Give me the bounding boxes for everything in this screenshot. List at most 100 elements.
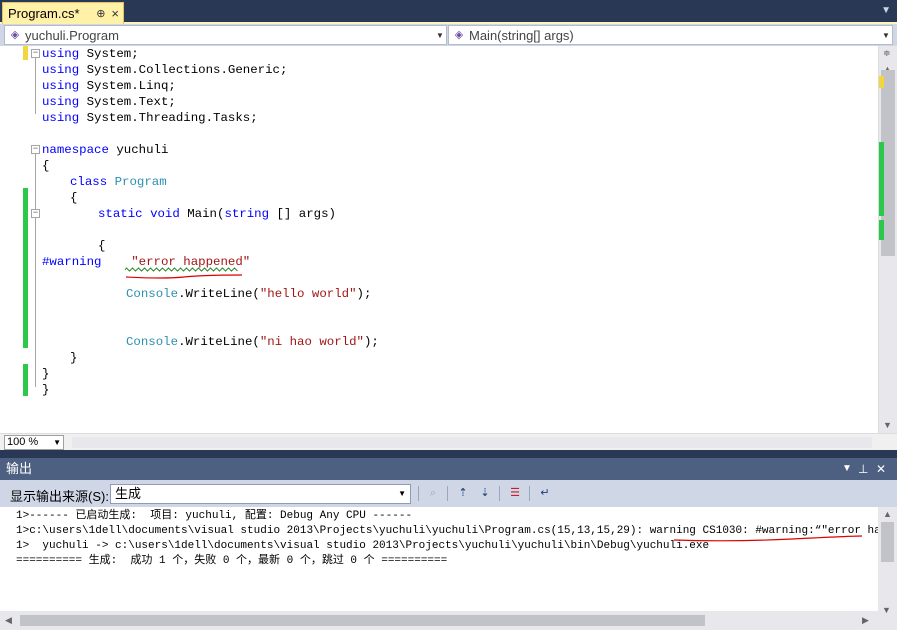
toggle-word-wrap-icon[interactable]: ↵ [537,485,553,501]
find-message-icon[interactable]: ⌕ [425,485,441,501]
scroll-down-icon[interactable]: ▼ [882,605,891,615]
keyword-token: void [150,207,180,221]
code-line[interactable]: Console.WriteLine("hello world"); [126,286,371,302]
class-combo-value: yuchuli.Program [25,27,119,43]
keyword-token: #warning [42,255,102,269]
zoom-combo[interactable]: 100 % ▼ [4,435,64,450]
output-horizontal-scrollbar[interactable]: ◀ ▶ ▼ [0,605,897,630]
keyword-token: using [42,63,80,77]
tab-title: Program.cs* [8,6,80,21]
code-line[interactable]: { [98,238,105,254]
zoom-value: 100 % [7,436,39,448]
keyword-token: class [70,175,108,189]
previous-message-icon[interactable]: ⇡ [455,485,471,501]
keyword-token: using [42,111,80,125]
pane-menu-icon[interactable]: ▼ [842,458,852,480]
code-line[interactable]: class Program [70,174,167,190]
output-title: 输出 [6,461,33,476]
pin-icon[interactable]: ⊥ [858,458,868,480]
output-pane: 输出 ▼ ⊥ ✕ 显示输出来源(S): 生成 ▼ ⌕ ⇡ ⇣ ☰ ↵ 1>---… [0,458,897,630]
code-line[interactable]: static void Main(string [] args) [98,206,336,222]
output-line[interactable]: 1>------ 已启动生成: 项目: yuchuli, 配置: Debug A… [16,509,412,524]
scroll-left-icon[interactable]: ◀ [5,615,12,626]
scroll-change-marker [879,220,884,240]
code-line[interactable]: } [70,350,77,366]
editor-vertical-scrollbar[interactable]: ≑ ▲ ▼ [878,46,897,433]
scroll-thumb[interactable] [881,522,894,562]
keyword-token: using [42,47,80,61]
scroll-change-marker [879,142,884,216]
zoom-bar: 100 % ▼ [0,433,897,450]
code-line[interactable]: { [42,158,49,174]
output-source-select[interactable]: 生成 ▼ [110,484,411,504]
code-token: Main( [187,207,225,221]
code-token: .WriteLine( [178,335,260,349]
collapse-namespace-icon[interactable]: − [31,145,40,154]
code-line[interactable]: using System.Collections.Generic; [42,62,287,78]
code-line[interactable]: namespace yuchuli [42,142,168,158]
code-token: System.Collections.Generic; [86,63,288,77]
close-icon[interactable]: ✕ [876,458,886,480]
type-token: Program [114,175,167,189]
collapse-usings-icon[interactable]: − [31,49,40,58]
scroll-right-icon[interactable]: ▶ [862,615,869,626]
code-editor[interactable]: using System; using System.Collections.Ge… [0,46,897,433]
type-token: Console [126,287,179,301]
scroll-thumb[interactable] [20,615,705,626]
code-token: ); [356,287,372,301]
code-token: System.Linq; [86,79,176,93]
output-vertical-scrollbar[interactable]: ▲ [878,507,897,611]
split-icon[interactable]: ≑ [883,48,891,59]
output-text[interactable]: 1>------ 已启动生成: 项目: yuchuli, 配置: Debug A… [0,507,878,611]
code-token: .WriteLine( [178,287,260,301]
navigation-bar: ◈ yuchuli.Program ▼ ◈ Main(string[] args… [0,24,897,46]
code-token: ); [363,335,379,349]
type-token: Console [126,335,179,349]
code-token: System.Threading.Tasks; [86,111,258,125]
class-icon: ◈ [10,29,20,41]
chevron-down-icon[interactable]: ▼ [880,31,892,40]
editor-horizontal-scrollbar[interactable] [72,437,872,448]
code-line[interactable]: { [70,190,77,206]
code-token: { [98,239,106,253]
code-token: } [42,383,50,397]
tab-program-cs[interactable]: Program.cs* ⊕ × [2,2,124,24]
clear-all-icon[interactable]: ☰ [507,485,523,501]
code-token: { [70,191,78,205]
keyword-token: namespace [42,143,109,157]
output-title-bar: 输出 ▼ ⊥ ✕ [0,458,897,480]
string-token: "hello world" [259,287,357,301]
close-tab-icon[interactable]: × [111,6,119,21]
code-line[interactable]: using System.Text; [42,94,176,110]
highlight-underline [673,535,863,542]
scroll-down-icon[interactable]: ▼ [883,420,892,430]
document-tab-bar: Program.cs* ⊕ × ▼ [0,0,897,24]
next-message-icon[interactable]: ⇣ [477,485,493,501]
member-combo[interactable]: ◈ Main(string[] args) ▼ [448,25,893,45]
chevron-down-icon[interactable]: ▼ [53,436,61,449]
pin-icon[interactable]: ⊕ [96,7,105,20]
code-line[interactable]: } [42,382,49,398]
output-toolbar: 显示输出来源(S): 生成 ▼ ⌕ ⇡ ⇣ ☰ ↵ [0,480,897,507]
code-line[interactable]: using System; [42,46,139,62]
code-token: } [42,367,50,381]
scroll-up-icon[interactable]: ▲ [883,509,892,519]
output-line[interactable]: ========== 生成: 成功 1 个，失败 0 个，最新 0 个，跳过 0… [16,554,447,569]
code-line[interactable]: using System.Linq; [42,78,176,94]
keyword-token: string [224,207,270,221]
output-line[interactable]: 1> yuchuli -> c:\users\1dell\documents\v… [16,539,709,554]
code-line[interactable]: } [42,366,49,382]
method-icon: ◈ [454,29,464,41]
collapse-method-icon[interactable]: − [31,209,40,218]
chevron-down-icon[interactable]: ▼ [434,31,446,40]
code-line[interactable]: Console.WriteLine("ni hao world"); [126,334,379,350]
tab-dropdown-icon[interactable]: ▼ [881,5,891,16]
visual-studio-window: Program.cs* ⊕ × ▼ ◈ yuchuli.Program ▼ ◈ … [0,0,897,630]
code-text[interactable]: using System; using System.Collections.Ge… [0,46,878,433]
code-token: System.Text; [86,95,176,109]
code-token: { [42,159,50,173]
code-line[interactable]: using System.Threading.Tasks; [42,110,258,126]
class-combo[interactable]: ◈ yuchuli.Program ▼ [4,25,447,45]
chevron-down-icon[interactable]: ▼ [398,485,406,503]
scroll-change-marker [879,76,884,88]
